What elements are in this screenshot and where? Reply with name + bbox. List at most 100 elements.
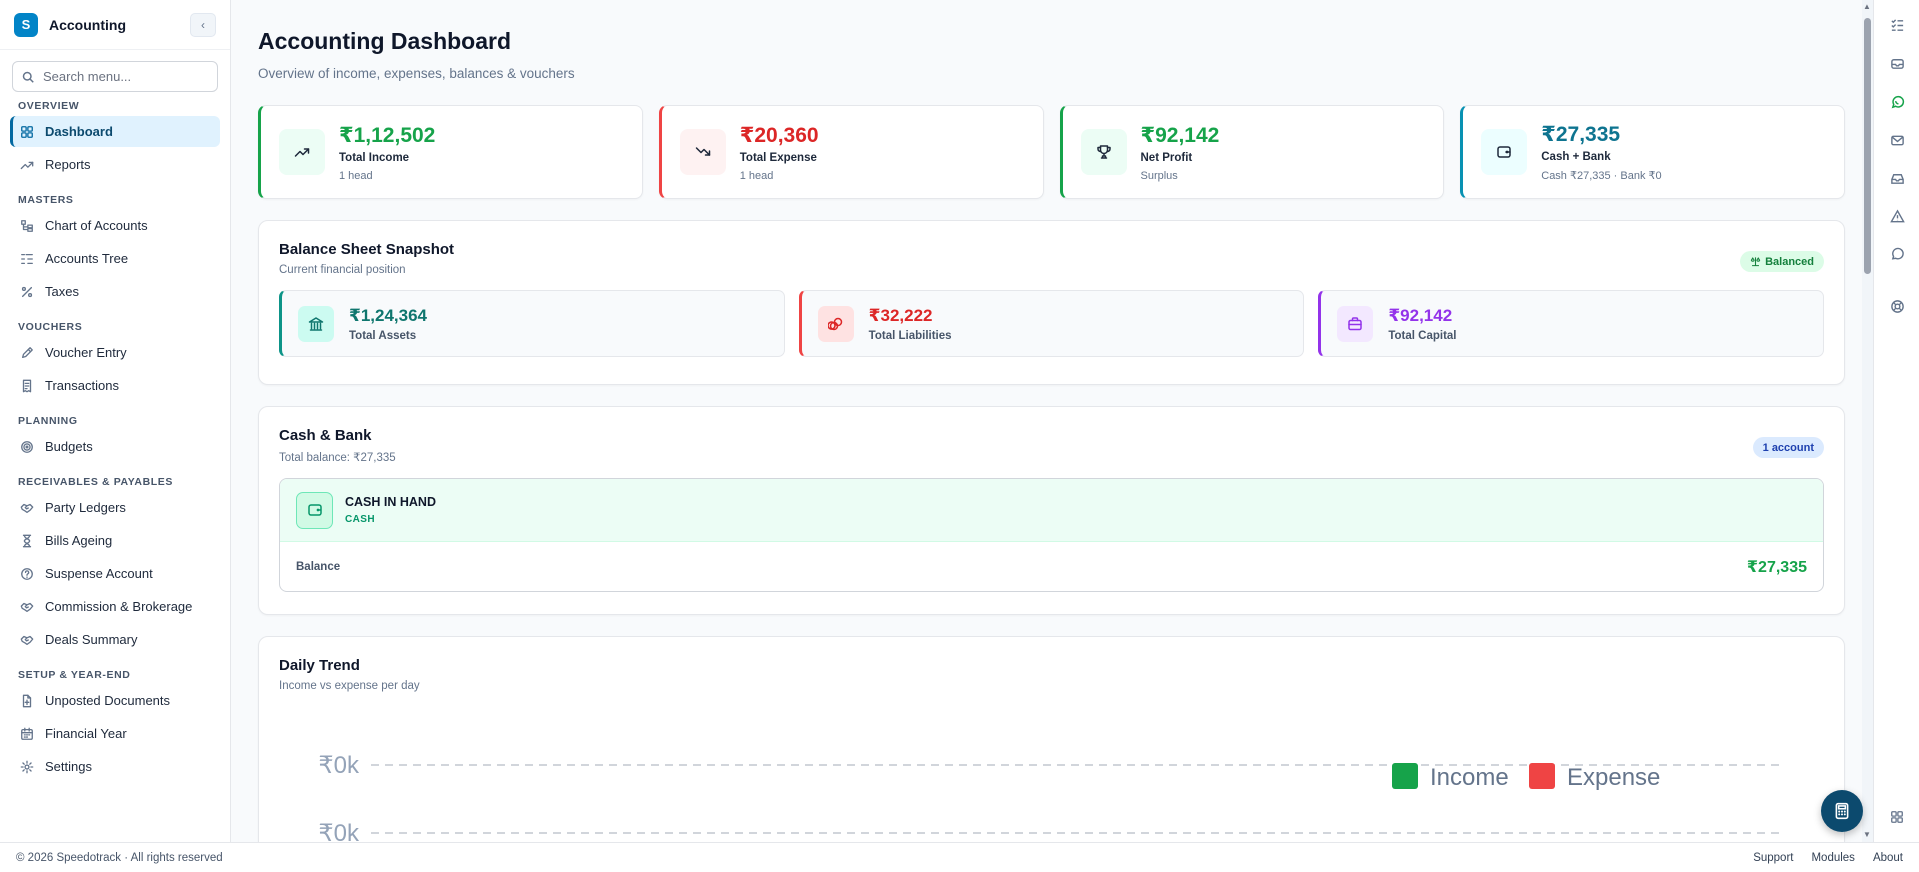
main-scrollbar[interactable]: ▲ ▼	[1862, 0, 1873, 842]
footer-link-modules[interactable]: Modules	[1811, 852, 1854, 864]
kpi-icon-box	[1481, 129, 1528, 175]
mail-icon[interactable]	[1888, 131, 1906, 149]
nav-section-heading: SETUP & YEAR-END	[18, 669, 131, 681]
collapse-sidebar-button[interactable]: ‹	[190, 12, 216, 37]
trophy-icon	[1096, 145, 1111, 159]
calculator-button[interactable]	[1821, 790, 1863, 832]
sidebar-item-reports[interactable]: Reports	[10, 149, 220, 180]
calculator-icon	[1835, 802, 1849, 820]
kpi-icon-box	[1080, 129, 1127, 175]
balance-item-value: ₹92,142	[1388, 305, 1453, 325]
y-tick-label: ₹0k	[318, 752, 360, 779]
search-box[interactable]	[12, 61, 218, 92]
balance-item-total-assets[interactable]: ₹1,24,364 Total Assets	[279, 290, 785, 357]
scroll-up-arrow[interactable]: ▲	[1863, 2, 1871, 11]
hourglass-icon	[20, 534, 34, 548]
balance-item-value: ₹32,222	[868, 305, 933, 325]
inbox-icon[interactable]	[1888, 54, 1906, 72]
list-tree-icon	[21, 253, 33, 264]
alert-icon[interactable]	[1888, 207, 1906, 225]
support-icon[interactable]	[1888, 297, 1906, 315]
balance-item-label: Total Liabilities	[868, 329, 952, 342]
account-balance-row: Balance ₹27,335	[280, 542, 1823, 591]
sidebar-item-label: Accounts Tree	[45, 251, 129, 266]
sidebar-item-financial-year[interactable]: Financial Year	[10, 718, 220, 749]
kpi-row: ₹1,12,502 Total Income 1 head ₹20,360 Total …	[258, 105, 1845, 199]
footer-link-support[interactable]: Support	[1753, 852, 1793, 864]
sidebar-item-deals-summary[interactable]: Deals Summary	[10, 624, 220, 655]
footer-copyright: © 2026 Speedotrack · All rights reserved	[16, 851, 223, 864]
balance-sheet-subtitle: Current financial position	[279, 264, 406, 276]
account-card[interactable]: CASH IN HAND CASH Balance ₹27,335	[279, 478, 1824, 592]
sidebar-item-accounts-tree[interactable]: Accounts Tree	[10, 243, 220, 274]
balanced-badge: Balanced	[1740, 251, 1824, 272]
sidebar-item-bills-ageing[interactable]: Bills Ageing	[10, 525, 220, 556]
sidebar-item-party-ledgers[interactable]: Party Ledgers	[10, 492, 220, 523]
search-input[interactable]	[43, 69, 193, 84]
grid-icon	[21, 125, 33, 138]
hierarchy-icon	[20, 219, 34, 233]
legend-item-income[interactable]: Income	[1392, 763, 1509, 791]
balance-sheet-items: ₹1,24,364 Total Assets ₹32,222 Total Liabil…	[279, 290, 1825, 357]
kpi-card-cash-bank[interactable]: ₹27,335 Cash + Bank Cash ₹27,335 · Bank ₹0	[1460, 105, 1845, 199]
cash-bank-subtitle: Total balance: ₹27,335	[279, 452, 396, 464]
sidebar-item-suspense-account[interactable]: Suspense Account	[10, 558, 220, 589]
sidebar-item-unposted-documents[interactable]: Unposted Documents	[10, 685, 220, 716]
footer-link-about[interactable]: About	[1873, 852, 1903, 864]
search-icon	[22, 71, 34, 83]
coins-icon	[827, 317, 842, 330]
checklist-icon[interactable]	[1888, 16, 1906, 34]
kpi-label: Cash + Bank	[1541, 151, 1611, 163]
kpi-subtext: 1 head	[339, 169, 373, 182]
scroll-thumb[interactable]	[1864, 18, 1871, 274]
handshake-icon	[20, 635, 34, 645]
sidebar-item-label: Commission & Brokerage	[45, 599, 193, 614]
footer-links: Support Modules About	[1753, 852, 1903, 864]
percent-icon	[21, 286, 33, 297]
sidebar-item-commission-brokerage[interactable]: Commission & Brokerage	[10, 591, 220, 622]
footer: © 2026 Speedotrack · All rights reserved…	[0, 842, 1919, 872]
sidebar-item-chart-of-accounts[interactable]: Chart of Accounts	[10, 210, 220, 241]
gear-icon	[20, 760, 34, 773]
app-logo[interactable]: S	[14, 12, 38, 37]
balance-item-total-liabilities[interactable]: ₹32,222 Total Liabilities	[798, 290, 1305, 357]
calendar-icon	[21, 727, 33, 740]
legend-item-expense[interactable]: Expense	[1529, 763, 1660, 791]
pen-icon	[21, 346, 33, 358]
sidebar-item-label: Voucher Entry	[45, 345, 127, 360]
balance-item-value: ₹1,24,364	[349, 305, 428, 325]
balance-item-total-capital[interactable]: ₹92,142 Total Capital	[1318, 290, 1825, 357]
kpi-card-total-expense[interactable]: ₹20,360 Total Expense 1 head	[658, 105, 1044, 199]
kpi-icon-box	[679, 129, 726, 175]
chat-icon[interactable]	[1888, 245, 1906, 263]
sidebar-item-label: Financial Year	[45, 726, 127, 741]
receipt-icon	[20, 379, 34, 393]
account-name: CASH IN HAND	[345, 495, 436, 509]
kpi-subtext: Cash ₹27,335 · Bank ₹0	[1541, 170, 1662, 182]
sidebar-item-budgets[interactable]: Budgets	[10, 431, 220, 462]
target-icon	[21, 440, 33, 453]
tray-icon[interactable]	[1888, 169, 1906, 187]
sidebar-item-settings[interactable]: Settings	[10, 751, 220, 782]
sidebar-item-transactions[interactable]: Transactions	[10, 370, 220, 401]
kpi-value: ₹20,360	[739, 123, 819, 147]
hierarchy-icon	[21, 219, 33, 232]
handshake-icon	[20, 501, 34, 515]
kpi-card-net-profit[interactable]: ₹92,142 Net Profit Surplus	[1059, 105, 1445, 199]
nav-section-heading: RECEIVABLES & PAYABLES	[18, 476, 173, 488]
account-type: CASH	[345, 514, 375, 525]
calendar-icon	[20, 727, 34, 741]
sidebar-nav: OVERVIEW Dashboard Reports MASTERS Chart of …	[0, 100, 230, 782]
kpi-card-total-income[interactable]: ₹1,12,502 Total Income 1 head	[258, 105, 643, 199]
sidebar-item-label: Party Ledgers	[45, 500, 126, 515]
sidebar-item-label: Settings	[45, 759, 92, 774]
sidebar-item-dashboard[interactable]: Dashboard	[10, 116, 220, 147]
balance-item-icon-box	[1337, 305, 1374, 342]
sidebar-item-taxes[interactable]: Taxes	[10, 276, 220, 307]
scroll-down-arrow[interactable]: ▼	[1863, 830, 1871, 839]
apps-icon[interactable]	[1888, 808, 1906, 826]
sidebar-item-voucher-entry[interactable]: Voucher Entry	[10, 337, 220, 368]
kpi-subtext: Surplus	[1140, 169, 1178, 182]
main-content: Accounting Dashboard Overview of income,…	[231, 0, 1873, 842]
whatsapp-icon[interactable]	[1888, 93, 1906, 111]
